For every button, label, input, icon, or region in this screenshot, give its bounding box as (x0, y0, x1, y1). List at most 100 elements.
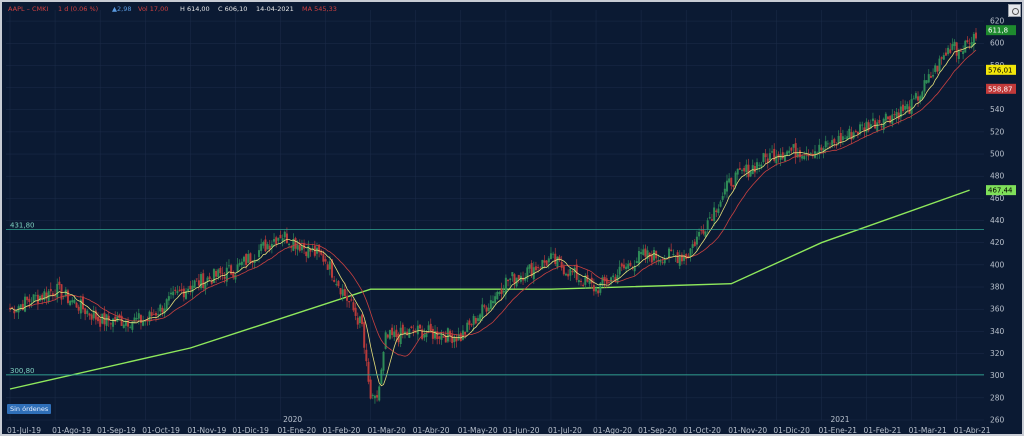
candle-body (734, 172, 737, 186)
y-tick-label: 400 (990, 260, 1005, 269)
candle-body (337, 281, 340, 287)
candle-body (429, 323, 432, 331)
candle-body (966, 40, 969, 43)
candle-body (577, 280, 580, 283)
x-tick-label: 01-Ago-19 (52, 426, 91, 434)
orders-status-badge[interactable]: Sin órdenes (7, 404, 52, 414)
candle-body (736, 168, 739, 175)
candle-body (90, 314, 93, 320)
candle-body (809, 152, 812, 155)
candle-body (49, 288, 52, 292)
candle-body (938, 58, 941, 72)
candle-body (174, 289, 177, 292)
chart-panel[interactable]: 431,80 300,80 260 280 300 320 340 360 380 400 420 4… (2, 2, 1022, 434)
candle-body (167, 296, 170, 301)
candle-body (932, 74, 935, 77)
candle-body (653, 249, 655, 261)
candle-body (217, 269, 220, 278)
candle-body (597, 290, 600, 294)
candle-body (618, 266, 621, 275)
candle-body (77, 306, 80, 311)
candle-body (268, 245, 271, 250)
candle-body (738, 168, 741, 170)
candle-body (833, 138, 836, 144)
candle-body (56, 283, 59, 298)
candle-body (854, 130, 857, 133)
candle-body (528, 264, 531, 269)
candle-body (498, 292, 501, 295)
candle-body (695, 236, 698, 245)
candle-body (839, 132, 842, 143)
candle-body (592, 285, 595, 292)
candle-body (698, 231, 701, 237)
candle-body (378, 386, 381, 401)
candle-body (369, 379, 372, 399)
candle-body (66, 290, 69, 303)
candle-body (605, 278, 608, 284)
candle-body (552, 253, 555, 255)
price-chart[interactable]: 431,80 300,80 260 280 300 320 340 360 380 400 420 4… (2, 2, 1022, 434)
candle-body (762, 153, 765, 162)
candle-body (494, 296, 497, 304)
candle-body (152, 314, 155, 315)
candle-body (446, 328, 449, 342)
candle-body (715, 210, 718, 212)
y-tick-label: 300 (990, 371, 1005, 380)
candle-body (105, 314, 108, 326)
candle-body (230, 265, 233, 275)
y-tick-label: 340 (990, 327, 1005, 336)
candle-body (710, 219, 713, 221)
x-tick-label: 01-Jul-19 (7, 426, 41, 434)
x-tick-label: 01-Ene-20 (277, 426, 316, 434)
candle-body (279, 234, 282, 239)
candle-body (562, 266, 565, 275)
candle-body (496, 291, 499, 300)
candle-body (333, 279, 336, 282)
candle-body (200, 274, 203, 289)
candle-body (474, 317, 477, 324)
price-badge-label: 576,01 (988, 66, 1013, 74)
candle-body (852, 132, 855, 139)
candle-body (878, 120, 881, 124)
candle-body (560, 261, 563, 268)
candle-body (786, 151, 789, 156)
y-tick-label: 600 (990, 39, 1005, 48)
candle-body (221, 273, 224, 275)
candle-body (193, 280, 196, 288)
candle-body (629, 262, 632, 266)
candle-body (298, 244, 301, 251)
candle-body (595, 287, 598, 292)
candle-body (245, 253, 248, 266)
x-tick-label: 01-Ago-20 (593, 426, 632, 434)
level-label: 431,80 (10, 222, 35, 230)
candle-body (820, 147, 823, 151)
candle-body (419, 324, 422, 329)
candle-body (425, 333, 428, 338)
candle-body (285, 233, 288, 244)
x-tick-label: 01-Ene-21 (818, 426, 857, 434)
candle-body (150, 312, 153, 316)
candle-body (112, 318, 115, 327)
candle-body (947, 47, 950, 55)
candle-body (891, 114, 894, 124)
year-marker: 2021 (830, 415, 849, 424)
candle-body (395, 329, 398, 338)
header-field: ▲2,98 (112, 5, 131, 13)
candle-body (687, 255, 690, 257)
x-tick-label: 01-May-20 (458, 426, 498, 434)
candle-body (749, 171, 752, 177)
candle-body (26, 296, 29, 301)
candle-body (603, 276, 606, 282)
candle-body (240, 261, 243, 266)
candle-body (906, 104, 909, 110)
candle-body (831, 140, 834, 146)
candle-body (161, 307, 164, 313)
y-tick-label: 380 (990, 283, 1005, 292)
candle-body (133, 317, 136, 324)
candle-body (15, 310, 18, 313)
chart-settings-icon[interactable] (1008, 4, 1021, 17)
candle-body (485, 307, 488, 312)
candle-body (197, 280, 200, 286)
candle-body (350, 299, 353, 301)
candle-body (187, 288, 190, 291)
